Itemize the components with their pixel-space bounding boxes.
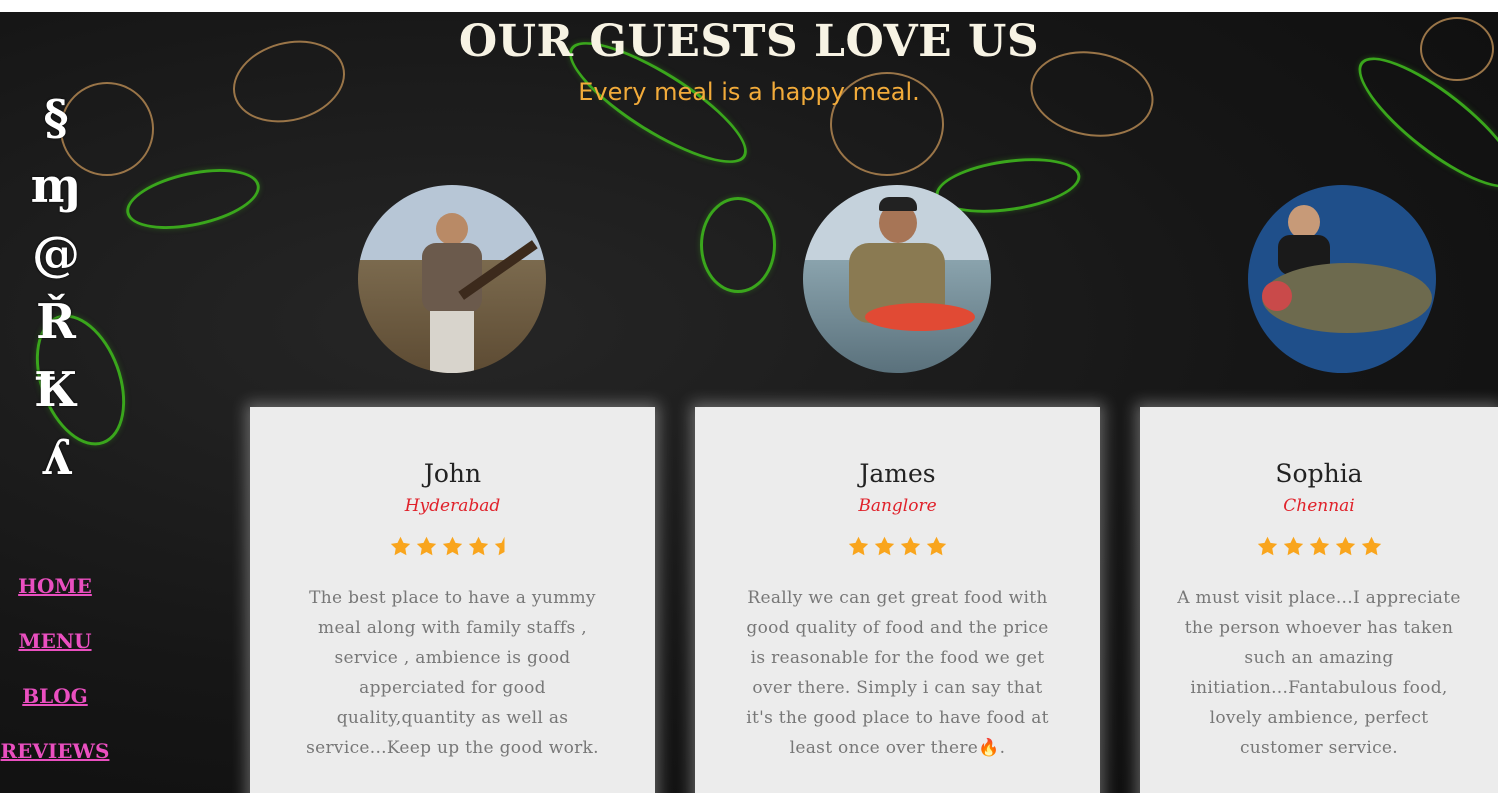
star-icon xyxy=(848,536,869,556)
star-icon xyxy=(1309,536,1329,556)
reviewer-avatar-john xyxy=(358,185,546,373)
section-title: OUR GUESTS LOVE US xyxy=(458,16,1040,67)
star-icon xyxy=(1257,536,1277,556)
star-icon xyxy=(442,536,463,556)
nav-link-reviews[interactable]: REVIEWS xyxy=(1,737,110,792)
review-text: The best place to have a yummy meal alon… xyxy=(306,588,599,758)
star-icon xyxy=(1361,536,1381,556)
reviewer-avatar-sophia xyxy=(1248,185,1436,373)
review-text: A must visit place...I appreciate the pe… xyxy=(1177,588,1461,758)
side-nav: HOME MENU BLOG REVIEWS xyxy=(0,572,110,792)
logo-glyph: ʎ xyxy=(40,430,72,486)
star-icon xyxy=(926,536,947,556)
star-rating xyxy=(1140,535,1498,565)
brand-logo[interactable]: § ɱ @ Ř Ꝁ ʎ xyxy=(18,84,94,492)
cucumber-doodle xyxy=(700,197,776,293)
reviewer-name: Sophia xyxy=(1275,459,1363,488)
reviewer-name: John xyxy=(423,459,482,488)
reviewer-name: James xyxy=(859,459,936,488)
cucumber-doodle xyxy=(120,158,266,240)
star-icon xyxy=(416,536,437,556)
logo-glyph: ɱ xyxy=(30,158,82,214)
reviewer-city: Hyderabad xyxy=(404,496,501,516)
star-icon xyxy=(468,536,489,556)
review-card: James Banglore Really we can get great f… xyxy=(695,407,1100,793)
logo-glyph: § xyxy=(43,90,69,146)
review-card: John Hyderabad The best place to have a … xyxy=(250,407,655,793)
reviewer-city: Banglore xyxy=(858,496,937,516)
nav-link-home[interactable]: HOME xyxy=(18,572,92,627)
logo-glyph: @ xyxy=(32,226,80,282)
review-card: Sophia Chennai A must visit place...I ap… xyxy=(1140,407,1498,793)
nav-link-menu[interactable]: MENU xyxy=(18,627,91,682)
nav-link-blog[interactable]: BLOG xyxy=(22,682,87,737)
review-text: Really we can get great food with good q… xyxy=(746,588,1049,758)
star-rating xyxy=(250,535,655,565)
star-icon xyxy=(900,536,921,556)
star-rating xyxy=(695,535,1100,565)
star-icon xyxy=(390,536,411,556)
star-icon xyxy=(1283,536,1303,556)
star-half-icon xyxy=(494,536,505,556)
reviewer-avatar-james xyxy=(803,185,991,373)
logo-glyph: Ř xyxy=(36,294,76,350)
star-icon xyxy=(1335,536,1355,556)
reviewer-city: Chennai xyxy=(1283,496,1355,516)
star-icon xyxy=(874,536,895,556)
section-subtitle: Every meal is a happy meal. xyxy=(578,78,920,106)
logo-glyph: Ꝁ xyxy=(34,362,78,418)
reviews-section: OUR GUESTS LOVE US Every meal is a happy… xyxy=(0,12,1498,793)
